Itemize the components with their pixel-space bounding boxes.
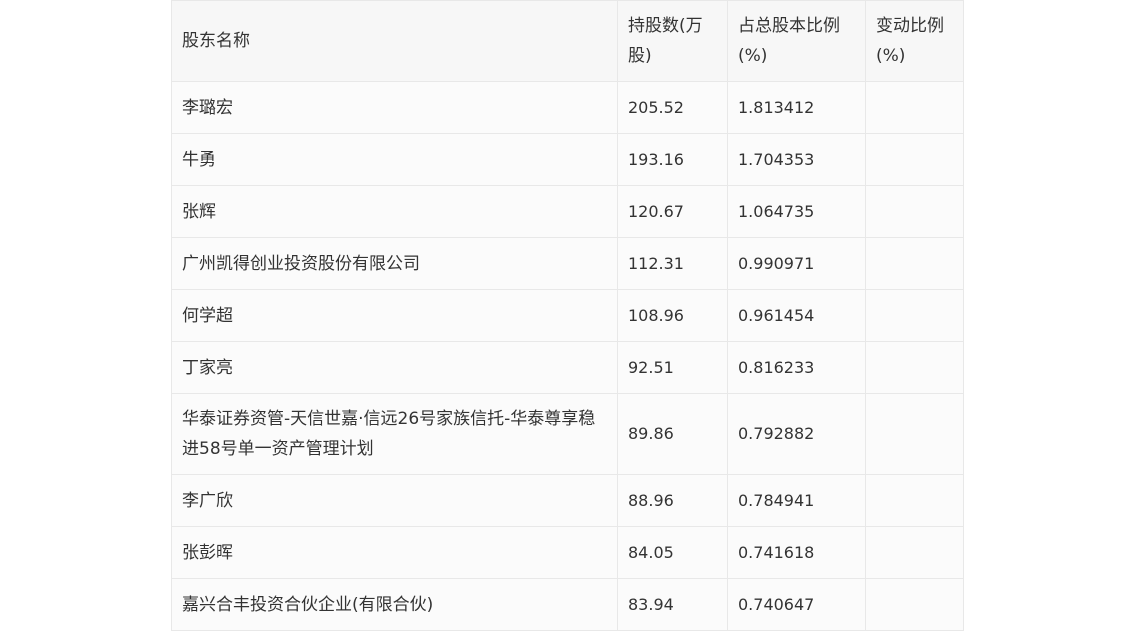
cell-shares: 89.86 xyxy=(617,393,728,475)
cell-change xyxy=(865,81,964,134)
cell-ratio: 0.740647 xyxy=(727,578,866,631)
cell-shares: 112.31 xyxy=(617,237,728,290)
header-shares: 持股数(万股) xyxy=(617,0,728,82)
cell-ratio: 0.990971 xyxy=(727,237,866,290)
cell-ratio: 0.792882 xyxy=(727,393,866,475)
cell-ratio: 1.064735 xyxy=(727,185,866,238)
table-row: 丁家亮 92.51 0.816233 xyxy=(171,341,964,394)
header-row: 股东名称 持股数(万股) 占总股本比例(%) 变动比例(%) xyxy=(171,0,964,82)
cell-ratio: 1.813412 xyxy=(727,81,866,134)
header-shareholder-name: 股东名称 xyxy=(171,0,618,82)
table-row: 牛勇 193.16 1.704353 xyxy=(171,133,964,186)
cell-change xyxy=(865,578,964,631)
cell-change xyxy=(865,341,964,394)
shareholder-table-container: 股东名称 持股数(万股) 占总股本比例(%) 变动比例(%) 李璐宏 205.5… xyxy=(171,0,964,631)
cell-shares: 92.51 xyxy=(617,341,728,394)
header-change-ratio: 变动比例(%) xyxy=(865,0,964,82)
cell-name: 何学超 xyxy=(171,289,618,342)
cell-shares: 120.67 xyxy=(617,185,728,238)
table-row: 嘉兴合丰投资合伙企业(有限合伙) 83.94 0.740647 xyxy=(171,578,964,631)
cell-shares: 108.96 xyxy=(617,289,728,342)
cell-name: 华泰证券资管-天信世嘉·信远26号家族信托-华泰尊享稳进58号单一资产管理计划 xyxy=(171,393,618,475)
cell-change xyxy=(865,237,964,290)
cell-name: 李璐宏 xyxy=(171,81,618,134)
cell-change xyxy=(865,133,964,186)
table-row: 李广欣 88.96 0.784941 xyxy=(171,474,964,527)
cell-ratio: 0.816233 xyxy=(727,341,866,394)
cell-shares: 193.16 xyxy=(617,133,728,186)
header-share-ratio: 占总股本比例(%) xyxy=(727,0,866,82)
table-row: 张彭晖 84.05 0.741618 xyxy=(171,526,964,579)
table-row: 李璐宏 205.52 1.813412 xyxy=(171,81,964,134)
cell-name: 李广欣 xyxy=(171,474,618,527)
cell-ratio: 1.704353 xyxy=(727,133,866,186)
table-header: 股东名称 持股数(万股) 占总股本比例(%) 变动比例(%) xyxy=(171,0,964,82)
cell-change xyxy=(865,289,964,342)
cell-change xyxy=(865,526,964,579)
cell-name: 牛勇 xyxy=(171,133,618,186)
cell-name: 张彭晖 xyxy=(171,526,618,579)
cell-shares: 84.05 xyxy=(617,526,728,579)
table-row: 华泰证券资管-天信世嘉·信远26号家族信托-华泰尊享稳进58号单一资产管理计划 … xyxy=(171,393,964,475)
cell-ratio: 0.741618 xyxy=(727,526,866,579)
cell-ratio: 0.784941 xyxy=(727,474,866,527)
table-body: 李璐宏 205.52 1.813412 牛勇 193.16 1.704353 张… xyxy=(171,81,964,631)
shareholder-table: 股东名称 持股数(万股) 占总股本比例(%) 变动比例(%) 李璐宏 205.5… xyxy=(171,0,964,631)
cell-change xyxy=(865,474,964,527)
cell-name: 广州凯得创业投资股份有限公司 xyxy=(171,237,618,290)
cell-change xyxy=(865,185,964,238)
cell-name: 张辉 xyxy=(171,185,618,238)
table-row: 张辉 120.67 1.064735 xyxy=(171,185,964,238)
cell-name: 嘉兴合丰投资合伙企业(有限合伙) xyxy=(171,578,618,631)
cell-shares: 88.96 xyxy=(617,474,728,527)
cell-shares: 205.52 xyxy=(617,81,728,134)
cell-name: 丁家亮 xyxy=(171,341,618,394)
cell-ratio: 0.961454 xyxy=(727,289,866,342)
table-row: 广州凯得创业投资股份有限公司 112.31 0.990971 xyxy=(171,237,964,290)
cell-shares: 83.94 xyxy=(617,578,728,631)
cell-change xyxy=(865,393,964,475)
table-row: 何学超 108.96 0.961454 xyxy=(171,289,964,342)
